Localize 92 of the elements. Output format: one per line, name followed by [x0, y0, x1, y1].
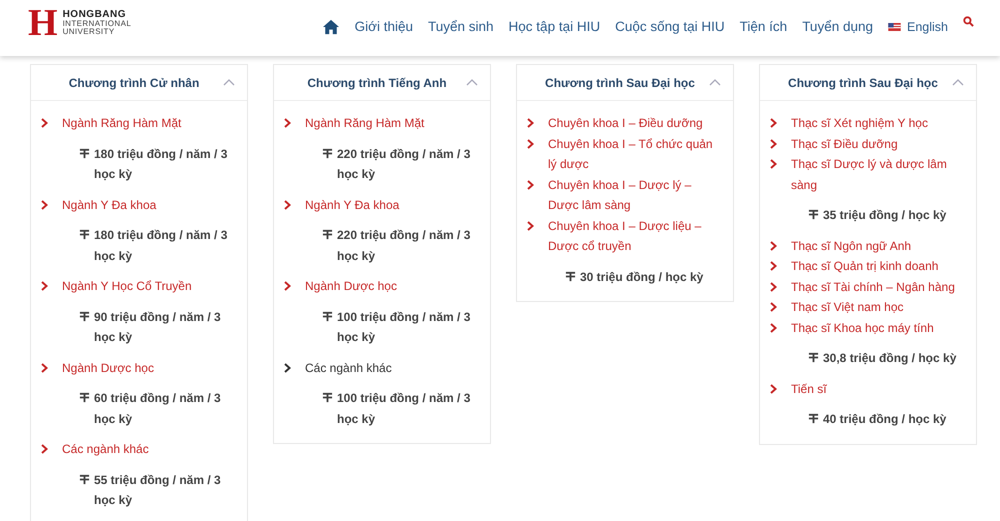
chevron-right-icon [770, 322, 777, 332]
tuition-text: 100 triệu đồng / năm / 3 học kỳ [337, 308, 472, 346]
currency-icon [322, 310, 333, 322]
program-link[interactable]: Chuyên khoa I – Dược lý – Dược lâm sàng [548, 174, 723, 216]
currency-icon [322, 148, 333, 158]
currency-icon [808, 413, 819, 424]
program-name: Các ngành khác [305, 360, 392, 376]
card-title: Chương trình Cử nhân [68, 76, 200, 90]
currency-icon [79, 474, 90, 484]
tuition-text: 90 triệu đồng / năm / 3 học kỳ [94, 308, 222, 346]
chevron-right-icon [770, 261, 777, 271]
nav-link[interactable]: Học tập tại HIU [508, 19, 600, 34]
chevron-right-icon [527, 220, 534, 230]
chevron-right-icon [41, 200, 48, 210]
program-link[interactable]: Thạc sĩ Việt nam học [791, 297, 904, 318]
program-link[interactable]: Thạc sĩ Xét nghiệm Y học [791, 113, 928, 134]
chevron-right-icon [527, 180, 534, 190]
tuition-text: 40 triệu đồng / học kỳ [823, 411, 946, 428]
program-link[interactable]: Chuyên khoa I – Tổ chức quản lý dược [548, 134, 723, 174]
card-title: Chương trình Sau Đại học [545, 76, 695, 90]
program-link[interactable]: Tiến sĩ [791, 378, 827, 399]
currency-icon [808, 352, 819, 363]
nav-link[interactable]: Tuyển dụng [802, 19, 873, 34]
tuition-text: 60 triệu đồng / năm / 3 học kỳ [94, 390, 222, 428]
chevron-up-icon[interactable] [709, 79, 721, 86]
program-link[interactable]: Ngành Dược học [305, 276, 397, 296]
program-link[interactable]: Ngành Y Học Cổ Truyền [62, 276, 192, 296]
chevron-right-icon [770, 302, 777, 312]
logo-subtitle: UNIVERSITY [62, 28, 116, 36]
tuition-text: 35 triệu đồng / học kỳ [823, 207, 946, 224]
program-link[interactable]: Ngành Y Đa khoa [305, 194, 400, 215]
chevron-right-icon [41, 281, 48, 291]
program-link[interactable]: Thạc sĩ Dược lý và dược lâm sàng [791, 154, 966, 195]
tuition-text: 220 triệu đồng / năm / 3 học kỳ [337, 146, 472, 183]
chevron-right-icon [770, 240, 777, 250]
nav-link[interactable]: Cuộc sống tại HIU [615, 19, 725, 34]
currency-icon [79, 392, 90, 403]
currency-icon [322, 392, 333, 403]
chevron-right-icon [284, 118, 291, 128]
card-title: Chương trình Sau Đại học [788, 76, 938, 90]
chevron-right-icon [770, 159, 777, 169]
program-link[interactable]: Chuyên khoa I – Điều dưỡng [548, 113, 703, 134]
program-link[interactable]: Ngành Răng Hàm Mặt [305, 113, 424, 134]
program-link[interactable]: Ngành Y Đa khoa [62, 194, 156, 215]
chevron-right-icon [527, 118, 534, 128]
chevron-right-icon [41, 362, 48, 372]
chevron-right-icon [284, 362, 291, 372]
logo-mark[interactable]: H [28, 4, 58, 42]
chevron-right-icon [770, 282, 777, 292]
tuition-text: 100 triệu đồng / năm / 3 học kỳ [337, 390, 472, 428]
chevron-right-icon [770, 138, 777, 148]
tuition-text: 220 triệu đồng / năm / 3 học kỳ [337, 227, 472, 264]
chevron-right-icon [41, 444, 48, 454]
chevron-right-icon [770, 118, 777, 128]
program-link[interactable]: Thạc sĩ Tài chính – Ngân hàng [791, 276, 955, 297]
currency-icon [322, 229, 333, 240]
chevron-up-icon[interactable] [223, 79, 235, 86]
tuition-text: 55 triệu đồng / năm / 3 học kỳ [94, 472, 222, 509]
program-link[interactable]: Chuyên khoa I – Dược liệu – Dược cổ truyền [548, 216, 723, 256]
chevron-up-icon[interactable] [952, 79, 964, 86]
search-icon[interactable] [963, 16, 974, 27]
currency-icon [79, 310, 90, 322]
currency-icon [79, 229, 90, 240]
currency-icon [79, 148, 90, 158]
chevron-right-icon [527, 138, 534, 148]
nav-link[interactable]: Tiện ích [740, 19, 788, 34]
program-link[interactable]: Ngành Răng Hàm Mặt [62, 113, 182, 134]
tuition-text: 30 triệu đồng / học kỳ [580, 268, 704, 286]
currency-icon [565, 270, 576, 282]
program-link[interactable]: Thạc sĩ Ngôn ngữ Anh [791, 236, 912, 256]
chevron-right-icon [41, 118, 48, 128]
card-title: Chương trình Tiếng Anh [307, 76, 447, 90]
chevron-right-icon [284, 200, 291, 210]
currency-icon [808, 209, 819, 220]
program-link[interactable]: Thạc sĩ Điều dưỡng [791, 134, 898, 154]
language-link[interactable]: English [888, 20, 948, 34]
logo-subtitle: INTERNATIONAL [62, 20, 132, 28]
nav-link[interactable]: Giới thiệu [354, 19, 413, 34]
logo-name: HONGBANG [62, 10, 128, 20]
tuition-text: 30,8 triệu đồng / học kỳ [823, 350, 956, 367]
chevron-up-icon[interactable] [466, 79, 478, 86]
program-link[interactable]: Các ngành khác [62, 439, 149, 460]
tuition-text: 180 triệu đồng / năm / 3 học kỳ [94, 146, 228, 183]
flag-icon [888, 22, 901, 30]
program-link[interactable]: Thạc sĩ Khoa học máy tính [791, 318, 934, 338]
home-icon[interactable] [322, 18, 340, 34]
nav-link[interactable]: Tuyển sinh [428, 19, 494, 34]
program-link[interactable]: Thạc sĩ Quản trị kinh doanh [791, 256, 938, 276]
tuition-text: 180 triệu đồng / năm / 3 học kỳ [94, 227, 228, 264]
chevron-right-icon [770, 384, 777, 394]
chevron-right-icon [284, 281, 291, 291]
program-link[interactable]: Ngành Dược học [62, 358, 154, 378]
